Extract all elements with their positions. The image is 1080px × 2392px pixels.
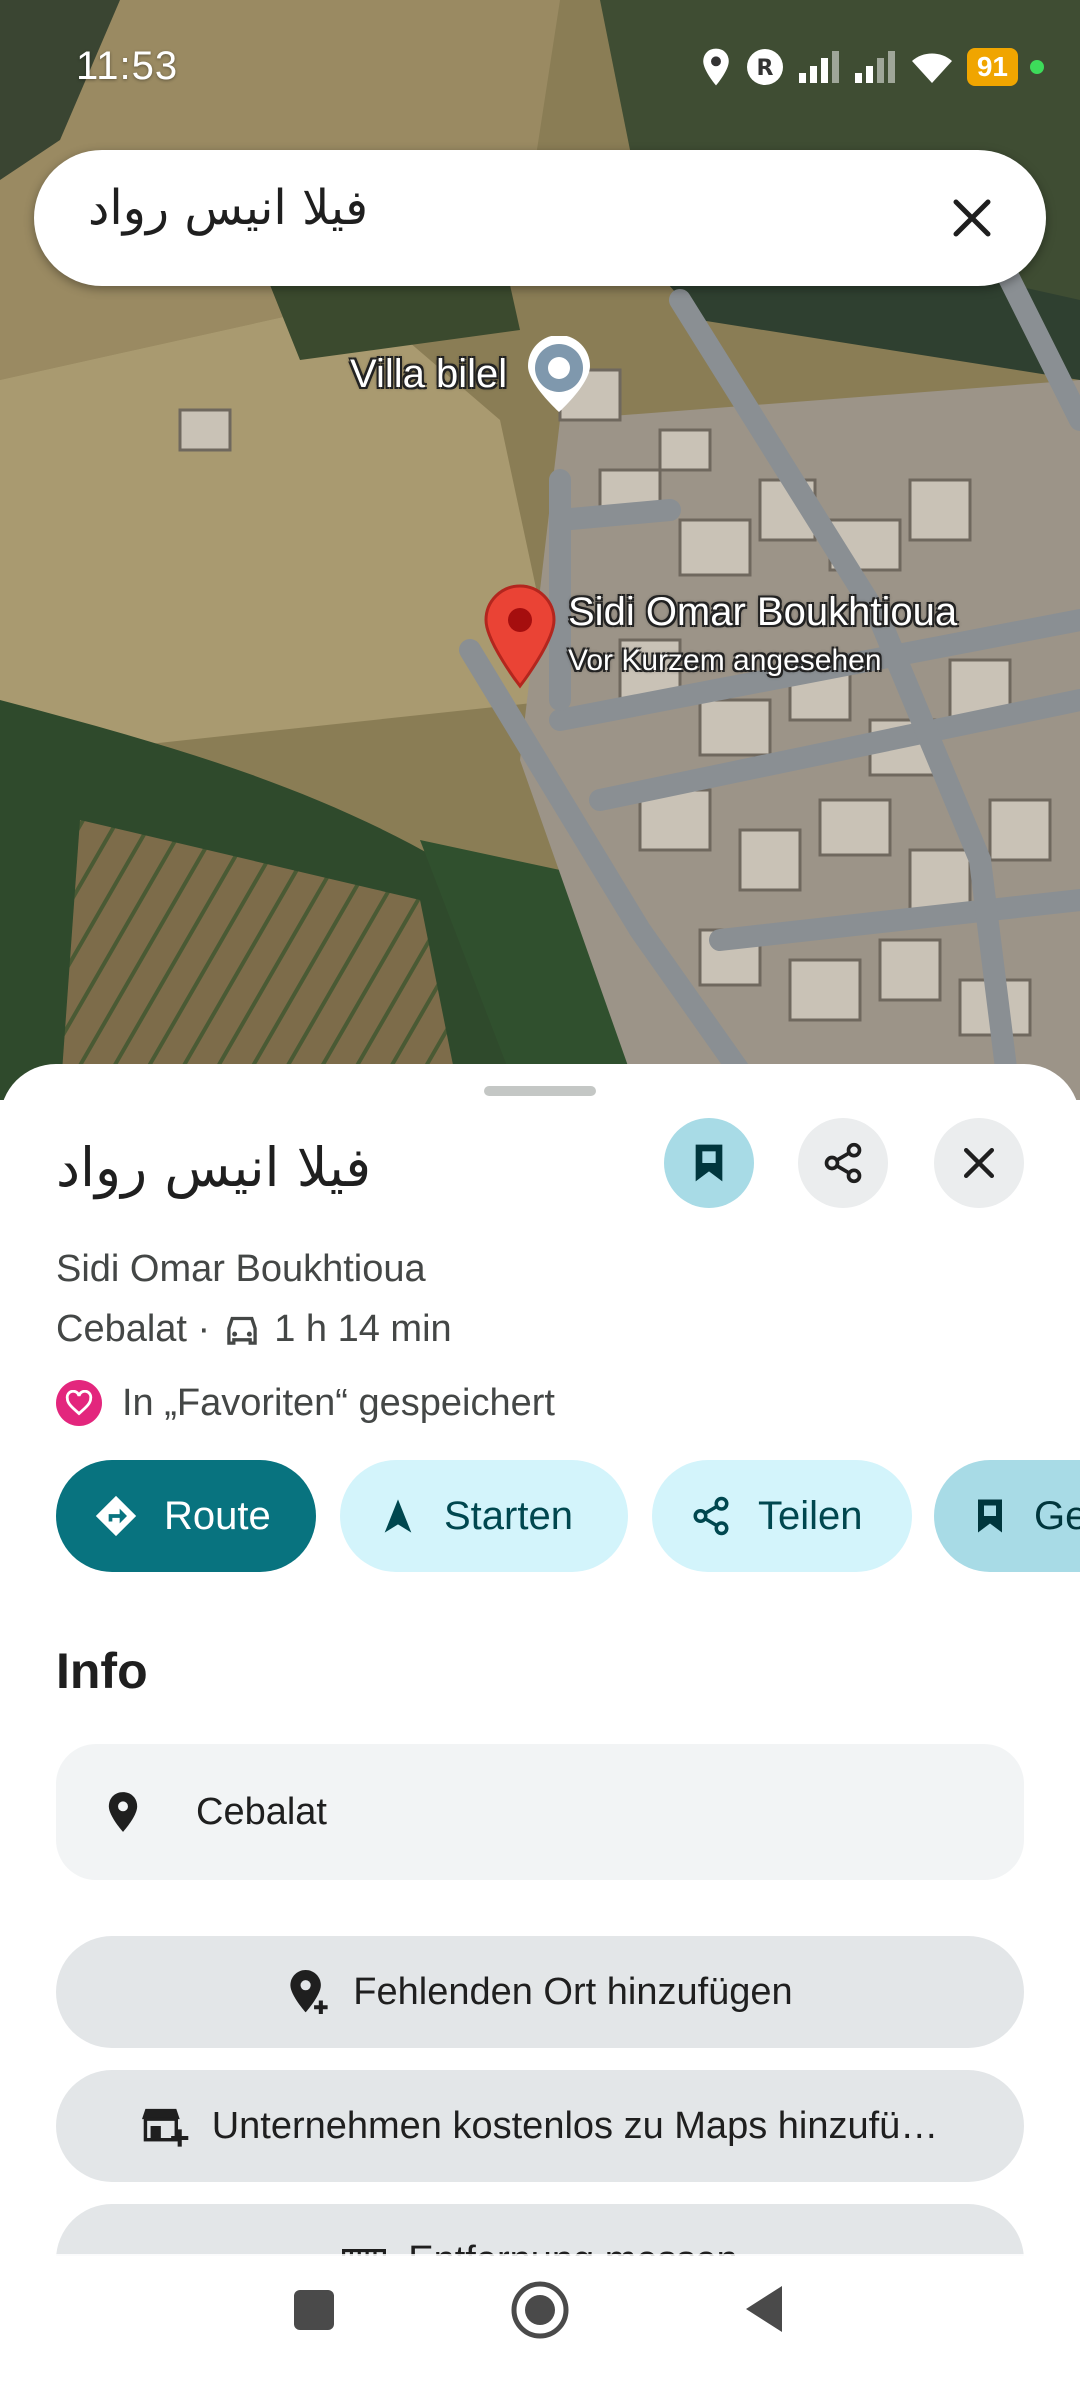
place-city-line: Cebalat · 1 h 14 min	[56, 1308, 452, 1351]
route-button[interactable]: Route	[56, 1460, 316, 1572]
system-navigation-bar	[0, 2256, 1080, 2392]
location-icon	[703, 48, 729, 86]
route-label: Route	[164, 1493, 271, 1538]
add-location-icon	[290, 1970, 328, 2014]
saved-label: Ge	[1034, 1493, 1080, 1538]
start-navigation-button[interactable]: Starten	[340, 1460, 628, 1572]
status-bar: 11:53 R 91	[0, 0, 1080, 130]
favorite-status[interactable]: In „Favoriten“ gespeichert	[56, 1380, 555, 1426]
close-icon[interactable]	[942, 188, 1002, 248]
drive-time: 1 h 14 min	[274, 1308, 452, 1350]
car-icon	[227, 1316, 257, 1345]
place-title: فيلا انيس رواد	[56, 1136, 372, 1199]
privacy-indicator-dot	[1030, 60, 1044, 74]
map-label-villa[interactable]: Villa bilel	[350, 352, 507, 397]
recents-icon[interactable]	[292, 2288, 336, 2332]
share-button[interactable]	[798, 1118, 888, 1208]
info-heading: Info	[56, 1643, 148, 1699]
home-icon[interactable]	[510, 2280, 570, 2340]
close-icon	[963, 1147, 995, 1179]
add-missing-place-label: Fehlenden Ort hinzufügen	[353, 1970, 793, 2013]
directions-icon	[95, 1495, 137, 1537]
back-icon[interactable]	[742, 2284, 786, 2334]
share-icon	[824, 1142, 862, 1184]
share-icon	[693, 1496, 729, 1536]
map-label-place-sub: Vor Kurzem angesehen	[568, 644, 882, 677]
info-location-text: Cebalat	[196, 1790, 327, 1833]
share-chip-button[interactable]: Teilen	[652, 1460, 912, 1572]
add-business-icon	[141, 2108, 188, 2147]
start-label: Starten	[444, 1493, 573, 1538]
save-button[interactable]	[664, 1118, 754, 1208]
svg-text:R: R	[756, 56, 773, 81]
battery-level: 91	[966, 48, 1018, 86]
bookmark-icon	[978, 1499, 1002, 1533]
status-time: 11:53	[76, 44, 179, 88]
share-label: Teilen	[758, 1493, 863, 1538]
place-bottom-sheet[interactable]: فيلا انيس رواد Sidi Omar Boukhtioua Ceba…	[0, 1064, 1080, 2392]
search-query[interactable]: فيلا انيس رواد	[88, 180, 368, 236]
add-missing-place-button[interactable]: Fehlenden Ort hinzufügen	[56, 1936, 1024, 2048]
selected-place-pin-icon[interactable]	[480, 582, 560, 690]
bookmark-icon	[695, 1144, 723, 1182]
saved-chip-button[interactable]: Ge	[934, 1460, 1080, 1572]
add-business-label: Unternehmen kostenlos zu Maps hinzufü…	[211, 2104, 939, 2147]
close-button[interactable]	[934, 1118, 1024, 1208]
wifi-icon	[911, 53, 952, 83]
heart-icon	[56, 1380, 102, 1426]
info-location-row[interactable]: Cebalat	[56, 1744, 1024, 1880]
place-address: Sidi Omar Boukhtioua	[56, 1248, 426, 1290]
signal-icon	[798, 51, 839, 83]
navigation-arrow-icon	[384, 1499, 412, 1533]
search-bar[interactable]: فيلا انيس رواد	[34, 150, 1046, 286]
status-icons: R 91	[699, 44, 1044, 90]
location-pin-icon	[108, 1792, 138, 1832]
r-badge-icon: R	[746, 49, 783, 85]
add-business-button[interactable]: Unternehmen kostenlos zu Maps hinzufü…	[56, 2070, 1024, 2182]
drag-handle[interactable]	[484, 1086, 596, 1096]
map-label-place[interactable]: Sidi Omar Boukhtioua	[568, 590, 957, 635]
place-city: Cebalat ·	[56, 1308, 211, 1350]
favorite-text: In „Favoriten“ gespeichert	[122, 1381, 555, 1424]
signal-icon	[854, 51, 895, 83]
place-marker-icon[interactable]	[524, 336, 594, 416]
